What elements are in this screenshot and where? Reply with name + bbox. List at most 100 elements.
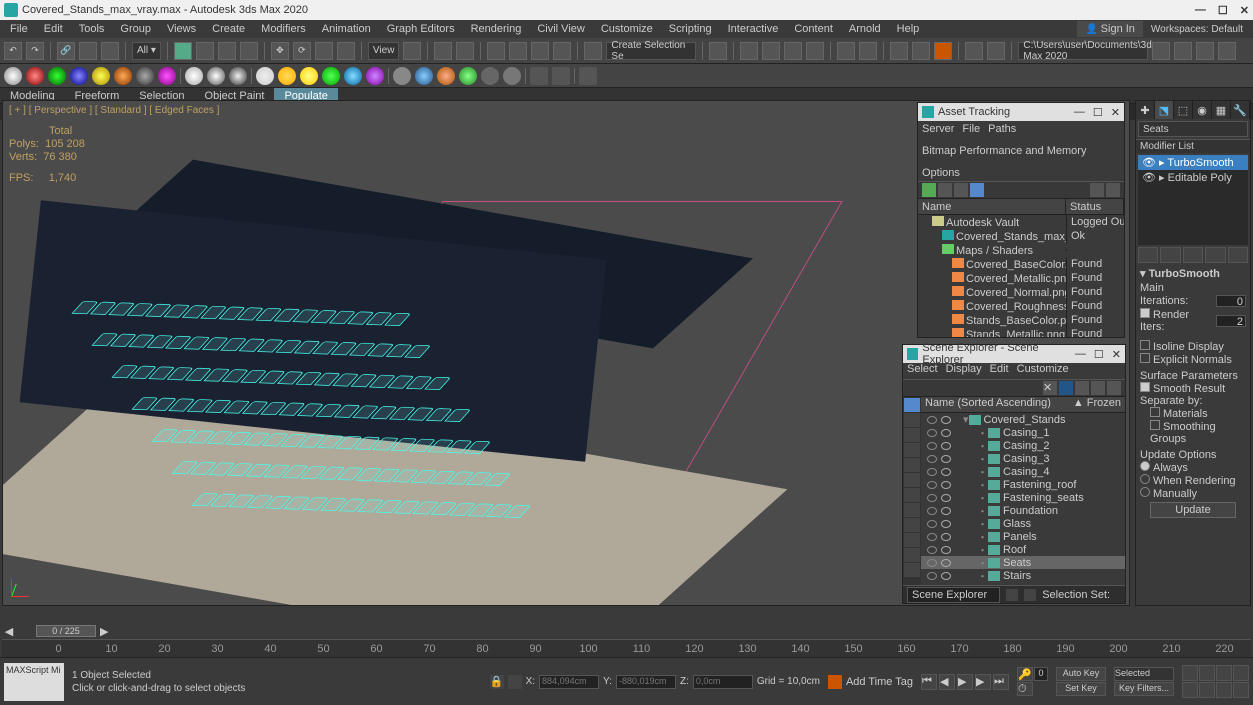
- orb-4[interactable]: [70, 67, 88, 85]
- saveas-button[interactable]: [1196, 42, 1214, 60]
- rect-select-button[interactable]: [218, 42, 236, 60]
- orb-10[interactable]: [207, 67, 225, 85]
- scene-item[interactable]: ・Foundation: [921, 504, 1125, 517]
- update-button[interactable]: Update: [1150, 502, 1236, 518]
- key-mode-icon[interactable]: 🔑: [1017, 667, 1033, 681]
- scene-item[interactable]: ・Glass: [921, 517, 1125, 530]
- time-prev-button[interactable]: ◀: [2, 625, 16, 638]
- nav-zoomext-button[interactable]: [1182, 682, 1198, 698]
- nav-maximize-button[interactable]: [1233, 682, 1249, 698]
- scene-min-button[interactable]: —: [1075, 348, 1086, 361]
- asset-titlebar[interactable]: Asset Tracking —☐✕: [918, 103, 1124, 121]
- menu-file[interactable]: File: [2, 21, 36, 37]
- filter-light-icon[interactable]: [904, 428, 920, 442]
- scene-tb-clear[interactable]: ✕: [1043, 381, 1057, 395]
- modifier-stack[interactable]: 👁 ▸ TurboSmooth 👁 ▸ Editable Poly: [1138, 155, 1248, 245]
- asset-row[interactable]: Maps / Shaders: [918, 243, 1124, 257]
- gallery-button[interactable]: [987, 42, 1005, 60]
- close-button[interactable]: ✕: [1240, 4, 1249, 17]
- menu-rendering[interactable]: Rendering: [463, 21, 530, 37]
- orb-14[interactable]: [300, 67, 318, 85]
- autokey-button[interactable]: Auto Key: [1056, 667, 1106, 681]
- asset-tb-6[interactable]: [1106, 183, 1120, 197]
- scene-footer-dropdown[interactable]: Scene Explorer: [907, 587, 1000, 603]
- add-time-tag[interactable]: Add Time Tag: [846, 676, 913, 688]
- scene-item[interactable]: ・Casing_3: [921, 452, 1125, 465]
- cmd-tab-motion[interactable]: ◉: [1193, 101, 1212, 119]
- filter-helper-icon[interactable]: [904, 458, 920, 472]
- filter-bone-icon[interactable]: [904, 488, 920, 502]
- track-bar[interactable]: 0102030405060708090100110120130140150160…: [2, 639, 1251, 657]
- asset-menu-options[interactable]: Options: [922, 166, 960, 180]
- orb-5[interactable]: [92, 67, 110, 85]
- snap-button[interactable]: [487, 42, 505, 60]
- orb-24[interactable]: [530, 67, 548, 85]
- schematic-button[interactable]: [837, 42, 855, 60]
- orb-21[interactable]: [459, 67, 477, 85]
- window-crossing-button[interactable]: [240, 42, 258, 60]
- mod-turbosmooth[interactable]: 👁 ▸ TurboSmooth: [1138, 155, 1248, 170]
- play-button[interactable]: ▶: [957, 674, 973, 690]
- rollout-title[interactable]: TurboSmooth: [1149, 268, 1220, 280]
- scene-menu-edit[interactable]: Edit: [990, 363, 1009, 379]
- orb-26[interactable]: [579, 67, 597, 85]
- orb-3[interactable]: [48, 67, 66, 85]
- explicit-check[interactable]: [1140, 353, 1150, 363]
- scene-menu-select[interactable]: Select: [907, 363, 938, 379]
- time-config-button[interactable]: ⏱: [1017, 682, 1033, 696]
- menu-tools[interactable]: Tools: [71, 21, 113, 37]
- nav-zoom-button[interactable]: [1199, 665, 1215, 681]
- select-name-button[interactable]: [196, 42, 214, 60]
- scene-max-button[interactable]: ☐: [1094, 348, 1104, 361]
- object-name-field[interactable]: Seats: [1138, 121, 1248, 137]
- menu-create[interactable]: Create: [204, 21, 253, 37]
- orb-15[interactable]: [322, 67, 340, 85]
- workspaces-dropdown[interactable]: Workspaces: Default: [1151, 24, 1243, 35]
- prev-frame-button[interactable]: ◀: [939, 674, 955, 690]
- filter-camera-icon[interactable]: [904, 443, 920, 457]
- orb-25[interactable]: [552, 67, 570, 85]
- isoline-check[interactable]: [1140, 340, 1150, 350]
- curve-editor-button[interactable]: [806, 42, 824, 60]
- asset-menu-paths[interactable]: Paths: [988, 122, 1016, 136]
- edit-named-button[interactable]: [584, 42, 602, 60]
- scene-footer-btn1[interactable]: [1006, 589, 1018, 601]
- menu-animation[interactable]: Animation: [314, 21, 379, 37]
- render-iters-check[interactable]: [1140, 308, 1150, 318]
- asset-row[interactable]: Autodesk VaultLogged Out ...: [918, 215, 1124, 229]
- asset-tb-2[interactable]: [938, 183, 952, 197]
- reference-coord[interactable]: View: [368, 42, 400, 60]
- asset-row[interactable]: Covered_Metallic.pngFound: [918, 271, 1124, 285]
- orb-12[interactable]: [256, 67, 274, 85]
- render-button[interactable]: [934, 42, 952, 60]
- goto-start-button[interactable]: ⏮: [921, 674, 937, 690]
- stack-btn-show[interactable]: [1160, 247, 1180, 263]
- scene-tb-display[interactable]: [1091, 381, 1105, 395]
- selection-filter[interactable]: All ▾: [132, 42, 161, 60]
- filter-hidden-icon[interactable]: [904, 533, 920, 547]
- filter-shape-icon[interactable]: [904, 413, 920, 427]
- upd-manual-radio[interactable]: [1140, 487, 1150, 497]
- asset-tb-1[interactable]: [922, 183, 936, 197]
- scene-item[interactable]: ▾Covered_Stands: [921, 413, 1125, 426]
- orb-1[interactable]: [4, 67, 22, 85]
- angle-snap-button[interactable]: [509, 42, 527, 60]
- smooth-result-check[interactable]: [1140, 382, 1150, 392]
- stack-btn-config[interactable]: [1228, 247, 1248, 263]
- menu-views[interactable]: Views: [159, 21, 204, 37]
- scene-sort-header[interactable]: Name (Sorted Ascending): [925, 397, 1051, 412]
- undo-button[interactable]: ↶: [4, 42, 22, 60]
- time-next-button[interactable]: ▶: [100, 625, 108, 638]
- stack-btn-pin[interactable]: [1138, 247, 1158, 263]
- scene-item[interactable]: ・Casing_1: [921, 426, 1125, 439]
- filter-frozen-icon[interactable]: [904, 548, 920, 562]
- move-button[interactable]: ✥: [271, 42, 289, 60]
- orb-13[interactable]: [278, 67, 296, 85]
- cmd-tab-display[interactable]: ▦: [1212, 101, 1231, 119]
- menu-interactive[interactable]: Interactive: [720, 21, 787, 37]
- save-button[interactable]: [1174, 42, 1192, 60]
- menu-arnold[interactable]: Arnold: [841, 21, 889, 37]
- stack-btn-remove[interactable]: [1205, 247, 1225, 263]
- align-button[interactable]: [740, 42, 758, 60]
- asset-menu-file[interactable]: File: [962, 122, 980, 136]
